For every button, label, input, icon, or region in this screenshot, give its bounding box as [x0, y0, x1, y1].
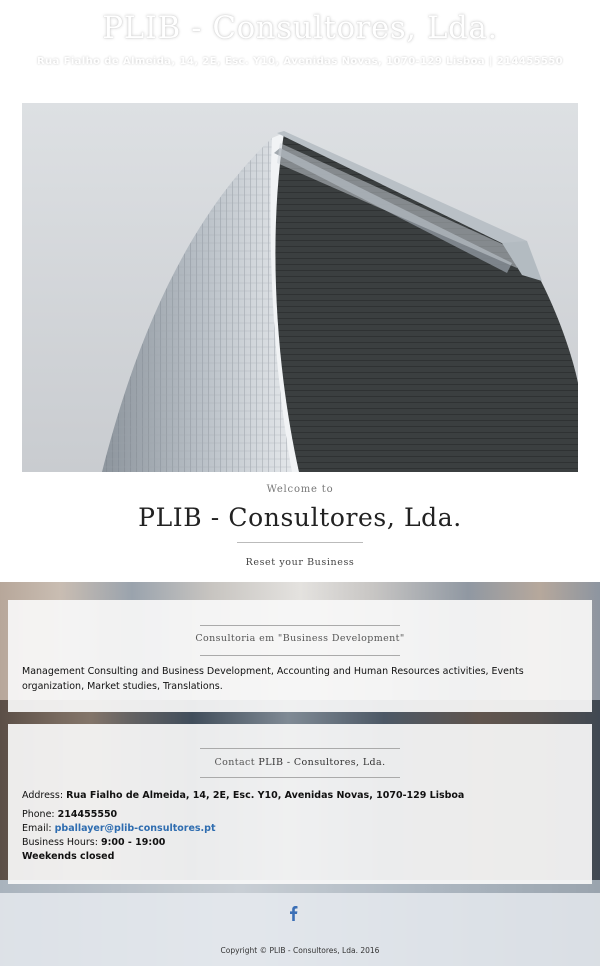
phone-value: 214455550 — [57, 809, 118, 820]
contact-heading-prefix: Contact — [214, 757, 255, 768]
services-description: Management Consulting and Business Devel… — [22, 666, 524, 692]
hours-label: Business Hours: — [22, 837, 98, 848]
hero-image — [22, 103, 578, 472]
email-label: Email: — [22, 823, 52, 834]
facebook-icon[interactable] — [287, 905, 299, 921]
hours-value: 9:00 - 19:00 — [100, 837, 166, 848]
contact-rule-bottom — [200, 777, 400, 778]
services-rule-top — [200, 625, 400, 626]
contact-panel: Contact PLIB - Consultores, Lda. Address… — [8, 724, 592, 884]
building-illustration — [22, 103, 578, 472]
weekends-note: Weekends closed — [22, 851, 115, 862]
header-address: Rua Fialho de Almeida, 14, 2E, Esc. Y10,… — [36, 56, 564, 67]
main-title: PLIB - Consultores, Lda. — [138, 503, 462, 532]
address-label: Address: — [22, 790, 64, 801]
email-link[interactable]: pballayer@plib-consultores.pt — [55, 823, 216, 834]
contact-phone: Phone: 214455550 — [22, 809, 578, 820]
contact-heading: Contact PLIB - Consultores, Lda. — [8, 757, 592, 768]
phone-label: Phone: — [22, 809, 55, 820]
contact-address: Address: Rua Fialho de Almeida, 14, 2E, … — [22, 790, 578, 801]
address-value: Rua Fialho de Almeida, 14, 2E, Esc. Y10,… — [66, 790, 465, 801]
tagline: Reset your Business — [245, 557, 355, 568]
contact-rule-top — [200, 748, 400, 749]
contact-weekends: Weekends closed — [22, 851, 578, 862]
services-rule-bottom — [200, 655, 400, 656]
title-divider — [237, 542, 363, 543]
contact-heading-name: PLIB - Consultores, Lda. — [258, 757, 386, 768]
services-heading: Consultoria em "Business Development" — [195, 633, 405, 644]
welcome-label: Welcome to — [266, 484, 334, 495]
footer — [0, 893, 600, 966]
contact-hours: Business Hours: 9:00 - 19:00 — [22, 837, 578, 848]
services-panel: Consultoria em "Business Development" Ma… — [8, 600, 592, 712]
site-title[interactable]: PLIB - Consultores, Lda. — [0, 10, 600, 46]
contact-email: Email: pballayer@plib-consultores.pt — [22, 823, 578, 834]
copyright: Copyright © PLIB - Consultores, Lda. 201… — [220, 946, 380, 955]
